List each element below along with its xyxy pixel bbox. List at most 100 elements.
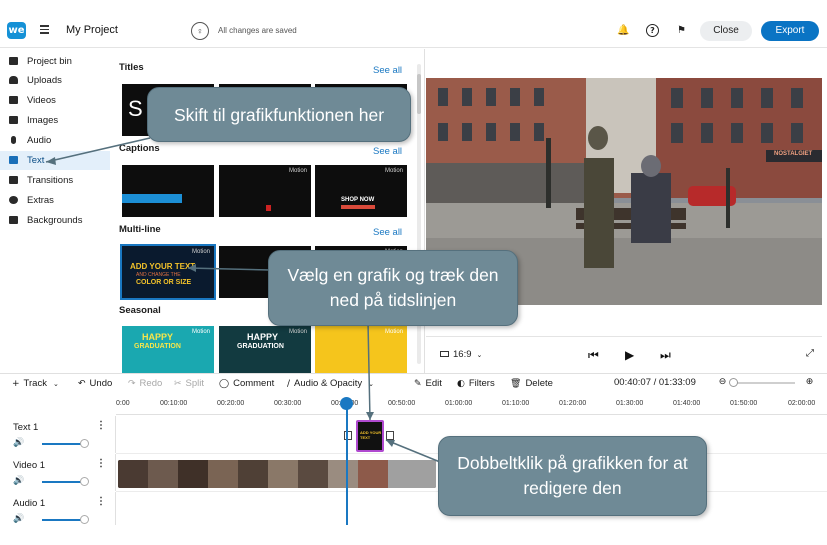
sidebar-item-text[interactable]: Text — [0, 151, 110, 170]
audio-opacity-button[interactable]: ∕ Audio & Opacity ⌄ — [287, 378, 378, 389]
graphic-thumbnail-selected[interactable]: Motion ADD YOUR TEXT AND CHANGE THE COLO… — [120, 244, 216, 300]
video-clip[interactable] — [118, 460, 436, 488]
comment-label: Comment — [233, 378, 275, 389]
megaphone-icon[interactable]: ⚑ — [675, 24, 688, 37]
project-title[interactable]: My Project — [66, 24, 118, 36]
track-name[interactable]: Audio 1 — [13, 498, 45, 509]
ruler-tick-label: 02:00:00 — [788, 400, 816, 407]
video-frame — [298, 460, 328, 488]
sidebar-item-transitions[interactable]: Transitions — [0, 171, 110, 190]
track-menu-icon[interactable]: ⋮ — [96, 420, 106, 431]
chevron-down-icon: ⌄ — [368, 380, 375, 388]
ruler-tick-label: 01:40:00 — [673, 400, 701, 407]
graphic-thumbnail[interactable]: Motion SHOP NOW — [315, 165, 407, 217]
redo-label: Redo — [139, 378, 163, 389]
skip-forward-icon[interactable]: ⏭ — [660, 348, 671, 363]
callout-arrowhead — [386, 440, 395, 447]
filters-icon: ◐ — [457, 379, 465, 389]
sidebar-item-label: Extras — [27, 195, 54, 206]
ruler-tick-label: 00:30:00 — [274, 400, 302, 407]
playhead-line[interactable] — [346, 404, 348, 525]
text-graphic-clip[interactable]: ADD YOUR TEXT — [356, 420, 384, 452]
sidebar-item-images[interactable]: Images — [0, 111, 110, 130]
video-frame — [148, 460, 178, 488]
see-all-multi-line-link[interactable]: See all — [373, 227, 402, 238]
comment-button[interactable]: ◯ Comment — [219, 378, 274, 389]
see-all-captions-link[interactable]: See all — [373, 146, 402, 157]
filters-button[interactable]: ◐ Filters — [457, 378, 495, 389]
thumbnail-text: AND CHANGE THE — [136, 272, 181, 278]
motion-badge: Motion — [384, 168, 403, 174]
skip-back-icon[interactable]: ⏮ — [588, 348, 599, 363]
play-icon[interactable]: ▶ — [625, 348, 634, 362]
save-status: All changes are saved — [218, 26, 297, 35]
volume-slider-handle[interactable] — [80, 439, 89, 448]
track-name[interactable]: Text 1 — [13, 422, 38, 433]
bell-icon[interactable]: 🔔 — [617, 24, 630, 37]
thumbnail-bar — [341, 205, 375, 209]
timecode-display: 00:40:07 / 01:33:09 — [614, 377, 696, 388]
zoom-slider-handle[interactable] — [729, 378, 738, 387]
split-button[interactable]: ✂ Split — [174, 378, 204, 389]
aspect-ratio-selector[interactable]: 16:9 ⌄ — [440, 349, 482, 360]
zoom-slider[interactable] — [731, 382, 795, 384]
hamburger-menu-icon[interactable] — [40, 25, 49, 34]
playhead-handle[interactable] — [340, 397, 353, 410]
zoom-out-icon[interactable]: ⊖ — [716, 376, 729, 389]
track-menu-icon[interactable]: ⋮ — [96, 496, 106, 507]
sidebar-item-videos[interactable]: Videos — [0, 91, 110, 110]
volume-icon[interactable]: 🔊 — [13, 438, 24, 448]
graphic-thumbnail[interactable]: Motion HAPPY GRADUATION — [219, 326, 311, 373]
volume-slider-handle[interactable] — [80, 515, 89, 524]
volume-icon[interactable]: 🔊 — [13, 476, 24, 486]
edit-button[interactable]: ✎ Edit — [414, 378, 442, 389]
pencil-icon: ✎ — [414, 379, 422, 389]
music-note-icon — [11, 136, 16, 144]
volume-slider-handle[interactable] — [80, 477, 89, 486]
graphic-thumbnail[interactable]: Motion — [219, 165, 311, 217]
track-name[interactable]: Video 1 — [13, 460, 45, 471]
video-frame — [118, 460, 148, 488]
graphic-thumbnail[interactable]: Motion HAPPY GRADUATION — [122, 326, 214, 373]
volume-icon[interactable]: 🔊 — [13, 514, 24, 524]
undo-button[interactable]: ↶ Undo — [78, 378, 112, 389]
sidebar-item-project-bin[interactable]: Project bin — [0, 52, 110, 71]
callout-drag-graphic: Vælg en grafik og træk den ned på tidsli… — [268, 250, 518, 326]
emoji-icon — [9, 196, 18, 204]
video-frame — [388, 460, 436, 488]
redo-button[interactable]: ↷ Redo — [128, 378, 162, 389]
track-menu-icon[interactable]: ⋮ — [96, 458, 106, 469]
callout-text-tab: Skift til grafikfunktionen her — [147, 87, 411, 142]
add-collaborator-icon[interactable]: ♀ — [191, 22, 209, 40]
redo-icon: ↷ — [128, 379, 136, 389]
graphic-thumbnail[interactable]: Motion — [315, 326, 407, 373]
export-button[interactable]: Export — [761, 21, 819, 41]
graphic-thumbnail[interactable] — [122, 165, 214, 217]
zoom-in-icon[interactable]: ⊕ — [803, 376, 816, 389]
delete-button[interactable]: 🗑 Delete — [510, 378, 553, 389]
track-header-audio-1: Audio 1 ⋮ 🔊 — [0, 492, 116, 525]
sidebar-item-label: Images — [27, 115, 59, 126]
sidebar-item-backgrounds[interactable]: Backgrounds — [0, 211, 110, 230]
close-button[interactable]: Close — [700, 21, 752, 41]
sidebar-item-extras[interactable]: Extras — [0, 191, 110, 210]
timeline-ruler[interactable]: 0:00 00:10:00 00:20:00 00:30:00 00:40:00… — [116, 393, 827, 415]
audio-opacity-label: Audio & Opacity — [294, 378, 363, 389]
app-logo[interactable]: we — [7, 22, 26, 39]
see-all-titles-link[interactable]: See all — [373, 65, 402, 76]
add-track-button[interactable]: + Track ⌄ — [12, 378, 63, 389]
clip-trim-handle-right[interactable] — [386, 431, 394, 440]
fullscreen-icon[interactable]: ⤢ — [806, 348, 814, 359]
ruler-tick-label: 0:00 — [116, 400, 130, 407]
motion-badge: Motion — [191, 249, 210, 255]
top-bar: we My Project ♀ All changes are saved 🔔 … — [0, 14, 827, 48]
video-frame — [328, 460, 358, 488]
callout-arrow-double-click — [385, 439, 441, 463]
trash-icon: 🗑 — [510, 379, 522, 389]
track-header-video-1: Video 1 ⋮ 🔊 — [0, 454, 116, 491]
sidebar-item-audio[interactable]: Audio — [0, 131, 110, 150]
help-icon[interactable]: ? — [646, 24, 659, 37]
sidebar-item-uploads[interactable]: Uploads — [0, 71, 110, 90]
section-title-titles: Titles — [119, 62, 144, 73]
video-frame — [208, 460, 238, 488]
